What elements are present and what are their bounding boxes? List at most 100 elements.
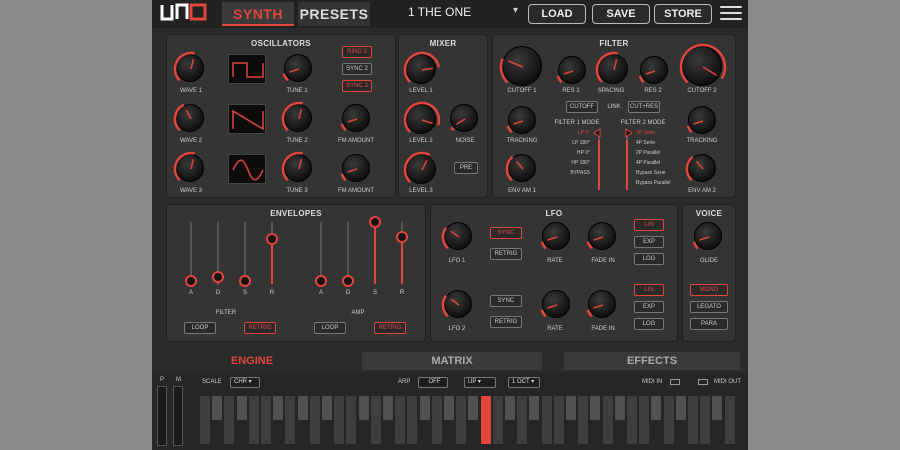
piano-key[interactable] xyxy=(224,396,235,444)
mod-wheel[interactable] xyxy=(173,386,183,446)
res2-knob[interactable] xyxy=(638,56,668,84)
piano-key[interactable] xyxy=(614,396,625,420)
piano-key[interactable] xyxy=(200,396,210,444)
piano-key[interactable] xyxy=(712,396,723,420)
filter-env-a-slider[interactable] xyxy=(185,222,197,287)
piano-key[interactable] xyxy=(383,396,393,420)
amp-env-s-slider[interactable] xyxy=(369,216,381,284)
menu-icon[interactable] xyxy=(720,6,742,22)
piano-key[interactable] xyxy=(541,396,552,444)
lfo2-fadein-knob[interactable] xyxy=(586,290,616,318)
piano-key[interactable] xyxy=(297,396,308,420)
filter-env-r-slider[interactable] xyxy=(266,222,278,284)
spacing-knob[interactable] xyxy=(595,51,628,84)
level2-knob[interactable] xyxy=(403,101,441,134)
scale-select[interactable]: CHR ▾ xyxy=(230,377,260,388)
wave3-knob[interactable] xyxy=(173,151,204,182)
filter2-mode-option[interactable]: Bypass Parallel xyxy=(636,178,686,188)
fm-amount1-knob[interactable] xyxy=(340,104,370,132)
ring2-button[interactable]: RING 2 xyxy=(342,46,372,58)
wave2-knob[interactable] xyxy=(173,103,204,132)
fm-amount2-knob[interactable] xyxy=(340,154,370,182)
cutoff2-knob[interactable] xyxy=(679,43,727,86)
lfo2-exp-button[interactable]: EXP xyxy=(634,301,664,313)
piano-key[interactable] xyxy=(248,396,259,444)
piano-key[interactable] xyxy=(370,396,381,444)
piano-key[interactable] xyxy=(395,396,406,444)
preset-selector[interactable]: 1 THE ONE ▾ xyxy=(408,5,520,23)
filter1-mode-option[interactable]: LP 0° xyxy=(556,128,590,138)
amp-env-r-slider[interactable] xyxy=(396,222,408,284)
filter-env-d-slider[interactable] xyxy=(212,222,224,284)
amp-retrig-button[interactable]: RETRIG xyxy=(374,322,406,334)
filter2-mode-slider[interactable] xyxy=(626,134,628,190)
amp-env-d-slider[interactable] xyxy=(342,222,354,287)
envam1-knob[interactable] xyxy=(505,154,536,182)
mono-button[interactable]: MONO xyxy=(690,284,728,296)
sync2-button[interactable]: SYNC 2 xyxy=(342,63,372,75)
piano-key[interactable] xyxy=(261,396,271,444)
piano-key[interactable] xyxy=(444,396,454,420)
filter2-mode-option[interactable]: 4P Serie xyxy=(636,138,686,148)
lfo1-exp-button[interactable]: EXP xyxy=(634,236,664,248)
piano-key[interactable] xyxy=(285,396,296,444)
tab-effects[interactable]: EFFECTS xyxy=(564,352,740,370)
filter2-mode-option[interactable]: 2P Parallel xyxy=(636,148,686,158)
level3-knob[interactable] xyxy=(403,151,436,184)
piano-key[interactable] xyxy=(627,396,637,444)
lfo2-lin-button[interactable]: LIN xyxy=(634,284,664,296)
piano-key[interactable] xyxy=(602,396,613,444)
lfo1-log-button[interactable]: LOG xyxy=(634,253,664,265)
piano-key[interactable] xyxy=(492,396,503,444)
glide-knob[interactable] xyxy=(692,222,722,250)
lfo1-sync-button[interactable]: SYNC xyxy=(490,227,522,239)
filter2-mode-option[interactable]: Bypass Serie xyxy=(636,168,686,178)
para-button[interactable]: PARA xyxy=(690,318,728,330)
piano-key[interactable] xyxy=(578,396,589,444)
piano-key[interactable] xyxy=(639,396,650,444)
piano-key[interactable] xyxy=(309,396,320,444)
lfo2-sync-button[interactable]: SYNC xyxy=(490,295,522,307)
filter1-mode-list[interactable]: LP 0° LP 180° HP 0° HP 180° BYPASS xyxy=(556,128,590,178)
piano-key[interactable] xyxy=(566,396,576,420)
piano-key[interactable] xyxy=(236,396,247,420)
filter-loop-button[interactable]: LOOP xyxy=(184,322,216,334)
tune3-knob[interactable] xyxy=(281,151,312,182)
noise-knob[interactable] xyxy=(450,104,478,132)
lfo1-wave-knob[interactable] xyxy=(441,222,472,250)
filter2-mode-option[interactable]: 4P Parallel xyxy=(636,158,686,168)
tune1-knob[interactable] xyxy=(282,54,312,82)
wave3-display[interactable] xyxy=(228,154,266,184)
piano-key[interactable] xyxy=(590,396,601,420)
cutoff1-knob[interactable] xyxy=(499,46,542,86)
filter1-mode-option[interactable]: HP 0° xyxy=(556,148,590,158)
tracking1-knob[interactable] xyxy=(506,106,536,134)
tune2-knob[interactable] xyxy=(281,101,312,132)
arp-toggle[interactable]: OFF xyxy=(418,377,448,388)
lfo1-rate-knob[interactable] xyxy=(540,222,570,250)
pitch-wheel[interactable] xyxy=(157,386,167,446)
tab-matrix[interactable]: MATRIX xyxy=(362,352,542,370)
lfo1-lin-button[interactable]: LIN xyxy=(634,219,664,231)
filter2-mode-option[interactable]: 2P Serie xyxy=(636,128,686,138)
piano-key[interactable] xyxy=(431,396,442,444)
arp-direction-select[interactable]: UP ▾ xyxy=(464,377,496,388)
res1-knob[interactable] xyxy=(556,56,586,84)
piano-key[interactable] xyxy=(651,396,662,420)
lfo1-fadein-knob[interactable] xyxy=(586,222,616,250)
store-button[interactable]: STORE xyxy=(654,4,712,24)
lfo2-wave-knob[interactable] xyxy=(441,290,472,318)
piano-key[interactable] xyxy=(517,396,528,444)
cut-res-link-button[interactable]: CUT+RES xyxy=(628,101,660,113)
piano-key[interactable] xyxy=(419,396,430,420)
lfo2-retrig-button[interactable]: RETRIG xyxy=(490,316,522,328)
envam2-knob[interactable] xyxy=(685,154,716,182)
wave1-display[interactable] xyxy=(228,54,266,84)
arp-octave-select[interactable]: 1 OCT ▾ xyxy=(508,377,540,388)
piano-key[interactable] xyxy=(675,396,686,420)
filter1-mode-option[interactable]: HP 180° xyxy=(556,158,590,168)
filter-retrig-button[interactable]: RETRIG xyxy=(244,322,276,334)
pre-button[interactable]: PRE xyxy=(454,162,478,174)
piano-key[interactable] xyxy=(334,396,345,444)
amp-env-a-slider[interactable] xyxy=(315,222,327,287)
